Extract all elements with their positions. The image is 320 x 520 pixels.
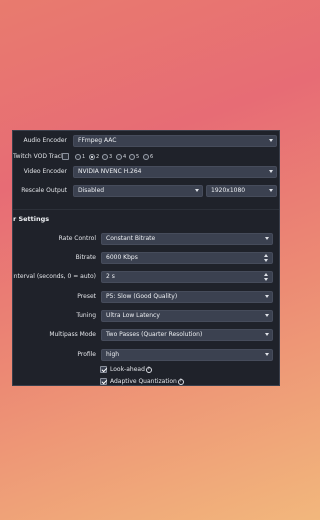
spin-arrows-icon[interactable] [264,253,270,263]
vod-track-radio-6-label: 6 [150,154,154,160]
vod-track-radio-3[interactable] [102,154,108,160]
rescale-resolution-value: 1920x1080 [211,187,246,194]
chevron-down-icon [265,314,269,317]
audio-encoder-label: Audio Encoder [23,137,68,144]
rate-control-select[interactable]: Constant Bitrate [101,233,273,245]
chevron-down-icon [269,139,273,142]
rate-control-row: Rate Control Constant Bitrate [13,233,279,245]
audio-encoder-select[interactable]: FFmpeg AAC [73,135,277,147]
twitch-vod-track-checkbox[interactable] [62,153,69,160]
chevron-down-icon [195,189,199,192]
profile-value: high [106,351,120,358]
rescale-output-select[interactable]: Disabled [73,185,203,197]
chevron-down-icon [269,189,273,192]
rate-control-value: Constant Bitrate [106,235,156,242]
vod-track-radio-5[interactable] [129,154,135,160]
preset-label: Preset [77,293,96,300]
bitrate-row: Bitrate 6000 Kbps [13,252,279,264]
rescale-output-label: Rescale Output [21,187,67,194]
bitrate-spinbox[interactable]: 6000 Kbps [101,252,273,264]
chevron-down-icon [265,237,269,240]
bitrate-label: Bitrate [75,254,96,261]
adaptive-quantization-row: Adaptive Quantization? [13,377,279,385]
chevron-down-icon [269,170,273,173]
twitch-vod-track-row: Twitch VOD Track 1 2 3 4 5 6 [13,151,279,163]
vod-track-radio-3-label: 3 [109,154,113,160]
section-divider [13,209,279,210]
vod-track-radio-1[interactable] [75,154,81,160]
vod-track-radio-2-label: 2 [96,154,100,160]
spin-arrows-icon[interactable] [264,272,270,282]
profile-label: Profile [77,351,96,358]
vod-track-radio-6[interactable] [143,154,149,160]
look-ahead-row: Look-ahead? [13,365,279,375]
keyframe-interval-row: me Interval (seconds, 0 = auto) 2 s [13,271,279,283]
encoder-settings-title: r Settings [13,215,50,223]
video-encoder-value: NVIDIA NVENC H.264 [78,168,142,175]
output-settings-panel: Audio Encoder FFmpeg AAC Twitch VOD Trac… [12,130,280,386]
bitrate-value: 6000 Kbps [106,254,138,261]
vod-track-radio-2[interactable] [89,154,95,160]
chevron-down-icon [265,353,269,356]
preset-select[interactable]: P5: Slow (Good Quality) [101,291,273,303]
twitch-vod-track-label: Twitch VOD Track [13,153,65,160]
tuning-row: Tuning Ultra Low Latency [13,310,279,322]
chevron-down-icon [265,333,269,336]
multipass-mode-value: Two Passes (Quarter Resolution) [106,331,203,338]
video-encoder-label: Video Encoder [23,168,67,175]
look-ahead-checkbox[interactable] [100,366,107,373]
vod-track-radio-4[interactable] [116,154,122,160]
tuning-select[interactable]: Ultra Low Latency [101,310,273,322]
multipass-mode-row: Multipass Mode Two Passes (Quarter Resol… [13,329,279,341]
look-ahead-label: Look-ahead? [110,366,152,373]
audio-encoder-row: Audio Encoder FFmpeg AAC [13,135,279,147]
multipass-mode-select[interactable]: Two Passes (Quarter Resolution) [101,329,273,341]
profile-row: Profile high [13,349,279,361]
keyframe-interval-label: me Interval (seconds, 0 = auto) [12,273,96,280]
rescale-output-row: Rescale Output Disabled 1920x1080 [13,185,279,197]
tuning-value: Ultra Low Latency [106,312,160,319]
vod-track-radio-1-label: 1 [82,154,86,160]
rate-control-label: Rate Control [58,235,96,242]
preset-value: P5: Slow (Good Quality) [106,293,178,300]
preset-row: Preset P5: Slow (Good Quality) [13,291,279,303]
video-encoder-row: Video Encoder NVIDIA NVENC H.264 [13,166,279,178]
tuning-label: Tuning [76,312,96,319]
help-icon[interactable]: ? [145,366,152,373]
help-icon[interactable]: ? [177,378,184,385]
video-encoder-select[interactable]: NVIDIA NVENC H.264 [73,166,277,178]
audio-encoder-value: FFmpeg AAC [78,137,117,144]
adaptive-quantization-label: Adaptive Quantization? [110,378,184,385]
rescale-resolution-select[interactable]: 1920x1080 [206,185,277,197]
chevron-down-icon [265,295,269,298]
adaptive-quantization-checkbox[interactable] [100,378,107,385]
multipass-mode-label: Multipass Mode [49,331,96,338]
rescale-output-value: Disabled [78,187,105,194]
vod-track-radio-4-label: 4 [123,154,127,160]
vod-track-radio-5-label: 5 [136,154,140,160]
profile-select[interactable]: high [101,349,273,361]
keyframe-interval-spinbox[interactable]: 2 s [101,271,273,283]
keyframe-interval-value: 2 s [106,273,115,280]
